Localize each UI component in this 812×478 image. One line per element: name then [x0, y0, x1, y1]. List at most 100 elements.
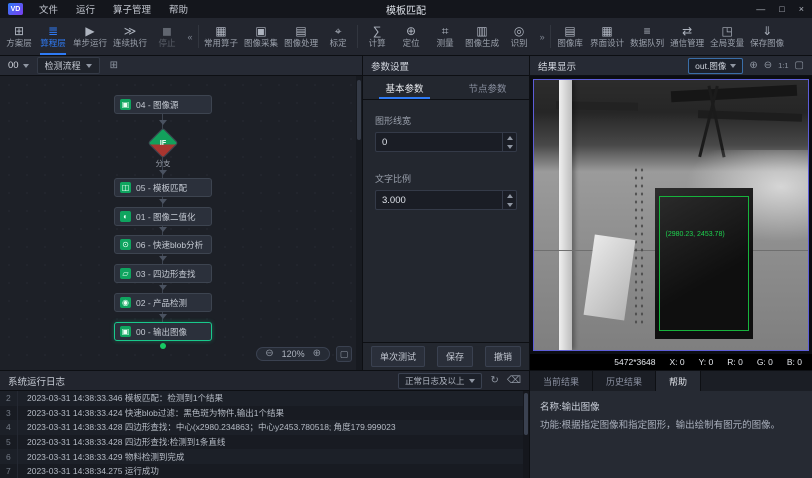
- tab-current-result[interactable]: 当前结果: [530, 371, 593, 391]
- toolbar-group-measurement[interactable]: ⌗ 测量: [428, 18, 462, 55]
- line-width-label: 图形线宽: [375, 114, 517, 127]
- log-row[interactable]: 3 2023-03-31 14:38:33.424 快速blob过滤：黑色斑为物…: [0, 406, 529, 421]
- collapse-left-icon[interactable]: «: [184, 18, 196, 55]
- image-acquisition-icon: ▣: [255, 25, 266, 37]
- toolbar-item-save-image[interactable]: ⇓ 保存图像: [747, 18, 787, 55]
- refresh-log-icon[interactable]: ↻: [490, 375, 498, 386]
- toolbar-group-image-acquisition[interactable]: ▣ 图像采集: [241, 18, 281, 55]
- toolbar-group-common-operators[interactable]: ▦ 常用算子: [201, 18, 241, 55]
- toolbar-item-image-library[interactable]: ▤ 图像库: [553, 18, 587, 55]
- undo-button[interactable]: 撤销: [485, 346, 521, 367]
- log-row[interactable]: 6 2023-03-31 14:38:33.429 物料检测到完成: [0, 449, 529, 464]
- green-roi-rect: [659, 196, 749, 331]
- toolbar-item-algorithm-layer[interactable]: ≣ 算程层: [36, 18, 70, 55]
- zoom-in-icon[interactable]: ⊕: [313, 349, 321, 359]
- menu-operator-manage[interactable]: 算子管理: [113, 2, 151, 16]
- log-row[interactable]: 7 2023-03-31 14:38:34.275 运行成功: [0, 464, 529, 478]
- log-row-number: 5: [0, 435, 18, 450]
- toolbar-item-communication[interactable]: ⇄ 通信管理: [667, 18, 707, 55]
- flow-tab-selector[interactable]: 检测流程: [37, 57, 100, 74]
- log-row[interactable]: 5 2023-03-31 14:38:33.428 四边形查找:检测到1条直线: [0, 435, 529, 450]
- image-viewer[interactable]: (2980.23, 2453.78): [530, 76, 812, 354]
- toolbar-group-calibration[interactable]: ⌖ 标定: [321, 18, 355, 55]
- flow-node-label: 06 - 快速blob分析: [136, 239, 203, 251]
- flow-node-product-detect[interactable]: ◉ 02 - 产品检测: [114, 293, 212, 312]
- log-level-value: 正常日志及以上: [405, 375, 465, 387]
- flow-node-if-branch[interactable]: IF: [147, 127, 178, 158]
- flow-index-dropdown[interactable]: 00: [8, 60, 29, 71]
- flow-node-image-source[interactable]: ▣ 04 - 图像源: [114, 95, 212, 114]
- tab-label: 当前结果: [543, 375, 579, 388]
- toolbar-item-data-queue[interactable]: ≡ 数据队列: [627, 18, 667, 55]
- toolbar-item-continuous-run[interactable]: ≫ 连续执行: [110, 18, 150, 55]
- log-row[interactable]: 4 2023-03-31 14:38:33.428 四边形查找：中心(x2980…: [0, 420, 529, 435]
- flow-node-quad-find[interactable]: ▱ 03 - 四边形查找: [114, 264, 212, 283]
- toolbar-group-recognition[interactable]: ◎ 识别: [502, 18, 536, 55]
- single-test-button[interactable]: 单次测试: [371, 346, 425, 367]
- flow-node-output-image[interactable]: ▣ 00 - 输出图像: [114, 322, 212, 341]
- help-function-line: 功能:根据指定图像和指定图形，输出绘制有图元的图像。: [540, 419, 802, 434]
- fit-image-icon[interactable]: ▢: [795, 61, 804, 71]
- line-width-input[interactable]: [376, 133, 502, 151]
- app-logo: VD: [8, 3, 23, 15]
- pixel-g-value: G: 0: [757, 357, 773, 367]
- log-list: 2 2023-03-31 14:38:33.346 模板匹配：检测到1个结果 3…: [0, 391, 529, 478]
- menu-help[interactable]: 帮助: [169, 2, 188, 16]
- stepper-down-icon[interactable]: [503, 200, 516, 209]
- collapse-right-icon[interactable]: »: [536, 18, 548, 55]
- stepper-down-icon[interactable]: [503, 142, 516, 151]
- log-row-number: 4: [0, 420, 18, 435]
- maximize-button[interactable]: □: [779, 5, 784, 14]
- stepper-up-icon[interactable]: [503, 191, 516, 200]
- parameter-footer: 单次测试 保存 撤销: [363, 342, 529, 370]
- image-zoom-in-icon[interactable]: ⊕: [749, 61, 757, 71]
- toolbar-group-calculation[interactable]: ∑ 计算: [360, 18, 394, 55]
- tab-help[interactable]: 帮助: [656, 371, 701, 391]
- parameter-tabs: 基本参数 节点参数: [363, 76, 529, 100]
- toolbar-item-label: 计算: [369, 39, 386, 48]
- image-zoom-out-icon[interactable]: ⊖: [764, 61, 772, 71]
- flow-scrollbar[interactable]: [356, 76, 362, 370]
- tab-history-result[interactable]: 历史结果: [593, 371, 656, 391]
- flow-node-binarization[interactable]: ◐ 01 - 图像二值化: [114, 207, 212, 226]
- window-controls: — □ ×: [756, 5, 804, 14]
- flow-node-label: 02 - 产品检测: [136, 297, 187, 309]
- toolbar-item-step-run[interactable]: ▶ 单步运行: [70, 18, 110, 55]
- close-button[interactable]: ×: [799, 5, 804, 14]
- log-scrollbar-thumb[interactable]: [524, 393, 528, 435]
- toolbar-item-stop[interactable]: ◼ 停止: [150, 18, 184, 55]
- tab-basic-params[interactable]: 基本参数: [363, 76, 446, 99]
- zoom-pill: ⊖ 120% ⊕: [256, 347, 330, 361]
- tab-node-params[interactable]: 节点参数: [446, 76, 529, 99]
- flow-node-blob-analysis[interactable]: ⊙ 06 - 快速blob分析: [114, 235, 212, 254]
- minimize-button[interactable]: —: [756, 5, 765, 14]
- toolbar-item-ui-design[interactable]: ▦ 界面设计: [587, 18, 627, 55]
- flow-scrollbar-thumb[interactable]: [357, 80, 361, 140]
- result-source-dropdown[interactable]: out.图像: [688, 58, 743, 74]
- log-row[interactable]: 2 2023-03-31 14:38:33.346 模板匹配：检测到1个结果: [0, 391, 529, 406]
- toolbar-item-global-variables[interactable]: ◳ 全局变量: [707, 18, 747, 55]
- toolbar: ⊞ 方案层 ≣ 算程层 ▶ 单步运行 ≫ 连续执行 ◼ 停止 « ▦ 常用算子 …: [0, 18, 812, 56]
- log-level-dropdown[interactable]: 正常日志及以上: [398, 373, 483, 389]
- zoom-out-icon[interactable]: ⊖: [265, 349, 273, 359]
- fit-view-icon[interactable]: ▢: [336, 346, 352, 362]
- one-to-one-icon[interactable]: 1:1: [778, 62, 788, 70]
- toolbar-group-image-generation[interactable]: ▥ 图像生成: [462, 18, 502, 55]
- toolbar-group-positioning[interactable]: ⊕ 定位: [394, 18, 428, 55]
- toolbar-group-image-processing[interactable]: ▤ 图像处理: [281, 18, 321, 55]
- stepper-up-icon[interactable]: [503, 133, 516, 142]
- toolbar-item-scheme-layer[interactable]: ⊞ 方案层: [2, 18, 36, 55]
- flow-canvas[interactable]: ▣ 04 - 图像源 IF 分支 ◫ 05 - 模板匹配 ◐ 01 - 图像二值…: [0, 76, 362, 370]
- log-scrollbar[interactable]: [523, 391, 529, 478]
- flow-node-template-match[interactable]: ◫ 05 - 模板匹配: [114, 178, 212, 197]
- toolbar-item-label: 测量: [437, 39, 454, 48]
- menu-file[interactable]: 文件: [39, 2, 58, 16]
- tab-label: 节点参数: [468, 81, 506, 95]
- menu-bar: 文件 运行 算子管理 帮助: [39, 2, 188, 16]
- clear-log-icon[interactable]: ⌫: [507, 375, 521, 386]
- save-button[interactable]: 保存: [437, 346, 473, 367]
- ceiling-beam-shape: [671, 85, 797, 102]
- menu-run[interactable]: 运行: [76, 2, 95, 16]
- text-scale-input[interactable]: [376, 191, 502, 209]
- add-flow-icon[interactable]: ⊞: [110, 60, 118, 71]
